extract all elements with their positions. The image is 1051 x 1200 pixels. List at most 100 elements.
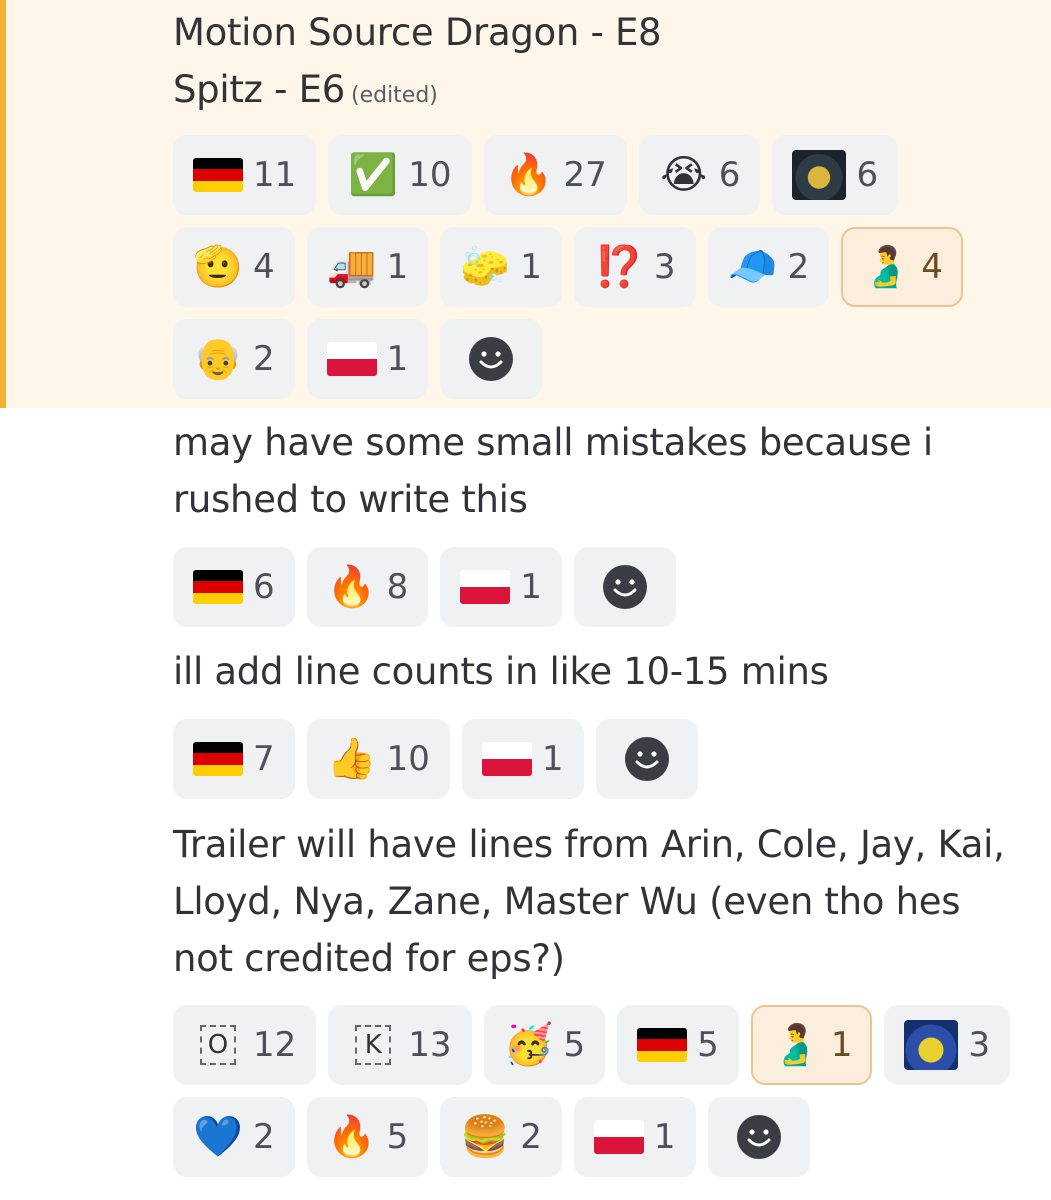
- reaction-chip[interactable]: 11: [173, 135, 317, 215]
- reaction-chip[interactable]: 🔥 5: [306, 1097, 429, 1177]
- germany-flag-icon: [637, 1028, 688, 1062]
- reaction-row: 👴 2 1: [173, 319, 963, 399]
- message-line-text: Spitz - E6: [173, 68, 345, 111]
- germany-flag-icon: [193, 570, 243, 604]
- reaction-count: 1: [520, 567, 542, 607]
- reaction-chip[interactable]: 6: [173, 547, 295, 627]
- poland-flag-icon: [593, 1120, 644, 1154]
- reaction-bar: 11 ✅ 10 🔥 27 😭 6 6 🫡 4 🚚 1 🧽 1 ⁉️ 3 🧢 2 🫃 4 👴 2 1: [173, 135, 963, 411]
- exclamation-question-mark-icon: ⁉️: [594, 244, 644, 290]
- reaction-chip[interactable]: ⁉️ 3: [573, 227, 696, 307]
- message-line: Lloyd, Nya, Zane, Master Wu (even tho he…: [173, 880, 961, 923]
- message-line: may have some small mistakes because i: [173, 421, 933, 464]
- message-line: ill add line counts in like 10-15 mins: [173, 650, 829, 693]
- reaction-row: 🫡 4 🚚 1 🧽 1 ⁉️ 3 🧢 2 🫃 4: [173, 227, 963, 307]
- reaction-count: 2: [253, 1117, 275, 1157]
- saluting-face-icon: 🫡: [193, 244, 243, 290]
- reaction-row: 11 ✅ 10 🔥 27 😭 6 6: [173, 135, 963, 215]
- reaction-chip[interactable]: 💙 2: [173, 1097, 295, 1177]
- reaction-row: 💙 2 🔥 5 🍔 2 1: [173, 1097, 1010, 1177]
- reaction-count: 1: [541, 739, 564, 779]
- reaction-count: 6: [253, 567, 275, 607]
- message-line: rushed to write this: [173, 478, 528, 521]
- pregnant-man-icon: 🫃: [770, 1022, 821, 1068]
- reaction-chip[interactable]: 🍔 2: [440, 1097, 562, 1177]
- message-line: Spitz - E6 (edited): [173, 61, 661, 124]
- message-text: may have some small mistakes because i r…: [173, 414, 933, 528]
- reaction-count: 1: [830, 1025, 853, 1065]
- blue-heart-icon: 💙: [193, 1114, 243, 1160]
- edited-label: (edited): [350, 83, 438, 108]
- reaction-chip[interactable]: 3: [884, 1005, 1011, 1085]
- custom-lego-minifig-2-icon: [904, 1020, 959, 1070]
- reaction-chip[interactable]: 5: [617, 1005, 739, 1085]
- reaction-chip[interactable]: 🚚 1: [306, 227, 429, 307]
- germany-flag-icon: [193, 742, 243, 776]
- thumbs-up-icon: 👍: [326, 736, 377, 782]
- reaction-bar: O 12 K 13 🥳 5 5 🫃 1 3 💙 2 🔥 5 🍔 2 1: [173, 1005, 1011, 1189]
- reaction-chip[interactable]: ✅ 10: [328, 135, 472, 215]
- reaction-count: 6: [718, 155, 741, 195]
- reaction-count: 3: [968, 1025, 991, 1065]
- reaction-bar: 6 🔥 8 1: [173, 547, 676, 639]
- loudly-crying-face-icon: 😭: [660, 152, 708, 198]
- sponge-icon: 🧽: [460, 244, 511, 290]
- reaction-chip[interactable]: 1: [573, 1097, 696, 1177]
- reaction-count: 7: [253, 739, 275, 779]
- poland-flag-icon: [326, 342, 377, 376]
- add-reaction-icon: [734, 1114, 784, 1160]
- add-reaction-icon: [600, 564, 650, 610]
- reaction-chip[interactable]: 1: [440, 547, 562, 627]
- reaction-count: 13: [408, 1025, 452, 1065]
- reaction-chip[interactable]: 1: [306, 319, 429, 399]
- message-text: Trailer will have lines from Arin, Cole,…: [173, 816, 1005, 987]
- reaction-chip[interactable]: 🫃 1: [750, 1005, 873, 1085]
- add-reaction-icon: [622, 736, 672, 782]
- reaction-count: 10: [408, 155, 452, 195]
- regional-indicator-letter: K: [355, 1025, 392, 1065]
- poland-flag-icon: [460, 570, 511, 604]
- reaction-row: 7 👍 10 1: [173, 719, 698, 799]
- reaction-chip[interactable]: 👴 2: [173, 319, 295, 399]
- regional-indicator-o-icon: O: [193, 1025, 243, 1065]
- add-reaction-button[interactable]: [440, 319, 543, 399]
- hamburger-icon: 🍔: [460, 1114, 511, 1160]
- reaction-chip[interactable]: 🧢 2: [707, 227, 830, 307]
- old-man-icon: 👴: [193, 336, 243, 382]
- reaction-chip[interactable]: 6: [772, 135, 899, 215]
- fire-icon: 🔥: [326, 564, 377, 610]
- reaction-chip[interactable]: O 12: [173, 1005, 317, 1085]
- reaction-chip[interactable]: 🔥 27: [483, 135, 627, 215]
- mention-highlight-bar: [0, 0, 6, 408]
- add-reaction-button[interactable]: [707, 1097, 810, 1177]
- reaction-chip[interactable]: K 13: [328, 1005, 472, 1085]
- custom-lego-minifig-icon: [792, 150, 847, 200]
- reaction-count: 4: [921, 247, 943, 287]
- reaction-count: 5: [697, 1025, 719, 1065]
- add-reaction-button[interactable]: [573, 547, 676, 627]
- delivery-truck-icon: 🚚: [326, 244, 377, 290]
- reaction-bar: 7 👍 10 1: [173, 719, 698, 811]
- fire-icon: 🔥: [503, 152, 554, 198]
- reaction-count: 2: [253, 339, 275, 379]
- reaction-chip[interactable]: 🫃 4: [841, 227, 963, 307]
- reaction-row: O 12 K 13 🥳 5 5 🫃 1 3: [173, 1005, 1011, 1085]
- partying-face-icon: 🥳: [503, 1022, 554, 1068]
- reaction-count: 1: [520, 247, 542, 287]
- poland-flag-icon: [481, 742, 532, 776]
- message-line: Trailer will have lines from Arin, Cole,…: [173, 823, 1005, 866]
- germany-flag-icon: [193, 158, 243, 192]
- reaction-count: 8: [386, 567, 409, 607]
- reaction-chip[interactable]: 🥳 5: [483, 1005, 606, 1085]
- reaction-chip[interactable]: 👍 10: [306, 719, 450, 799]
- check-mark-button-icon: ✅: [348, 152, 399, 198]
- reaction-chip[interactable]: 7: [173, 719, 295, 799]
- reaction-chip[interactable]: 1: [461, 719, 584, 799]
- reaction-chip[interactable]: 😭 6: [638, 135, 761, 215]
- add-reaction-button[interactable]: [595, 719, 698, 799]
- message-text: Motion Source Dragon - E8 Spitz - E6 (edi…: [173, 4, 662, 124]
- message-line: Motion Source Dragon - E8: [173, 11, 662, 54]
- reaction-chip[interactable]: 🔥 8: [306, 547, 429, 627]
- reaction-chip[interactable]: 🫡 4: [173, 227, 295, 307]
- reaction-chip[interactable]: 🧽 1: [440, 227, 562, 307]
